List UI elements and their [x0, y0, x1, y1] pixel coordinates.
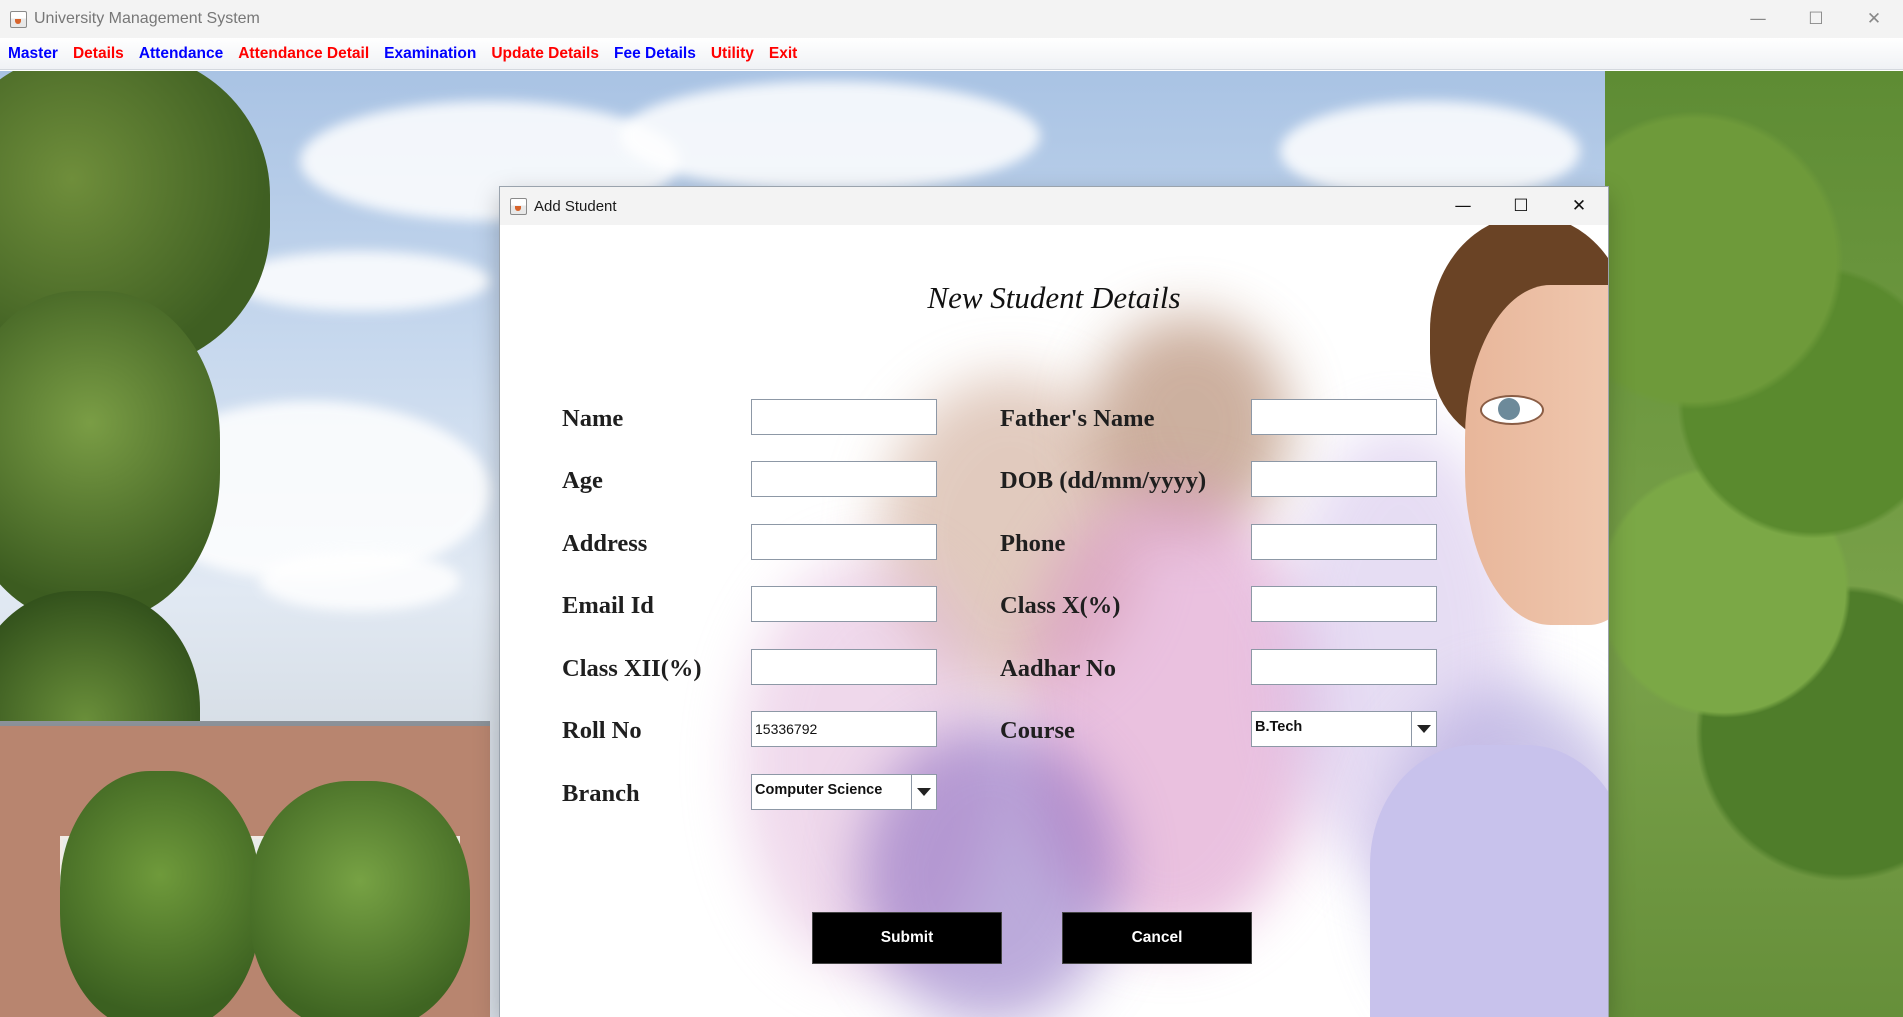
class-x-field[interactable]: [1251, 586, 1437, 622]
minimize-icon[interactable]: —: [1434, 187, 1492, 225]
minimize-icon[interactable]: —: [1729, 0, 1787, 38]
class-x-label: Class X(%): [1000, 592, 1121, 619]
address-label: Address: [562, 530, 648, 557]
menu-attendance-detail[interactable]: Attendance Detail: [238, 45, 369, 63]
menu-update-details[interactable]: Update Details: [491, 45, 599, 63]
dob-field[interactable]: [1251, 461, 1437, 497]
fathers-name-label: Father's Name: [1000, 405, 1155, 432]
form-heading: New Student Details: [927, 280, 1181, 315]
phone-label: Phone: [1000, 530, 1066, 557]
maximize-icon[interactable]: ☐: [1787, 0, 1845, 38]
branch-label: Branch: [562, 780, 640, 807]
java-app-icon: [510, 197, 527, 215]
window-controls: — ☐ ✕: [1729, 0, 1903, 38]
class-xii-label: Class XII(%): [562, 655, 702, 682]
aadhar-field[interactable]: [1251, 649, 1437, 685]
menu-exit[interactable]: Exit: [769, 45, 797, 63]
menu-examination[interactable]: Examination: [384, 45, 476, 63]
fathers-name-field[interactable]: [1251, 399, 1437, 435]
aadhar-label: Aadhar No: [1000, 655, 1116, 682]
name-field[interactable]: [751, 399, 937, 435]
dialog-body: New Student Details Name Age Address Ema…: [500, 225, 1608, 1017]
roll-no-label: Roll No: [562, 717, 642, 744]
cancel-button[interactable]: Cancel: [1063, 913, 1251, 963]
branch-select[interactable]: Computer Science: [751, 774, 937, 810]
add-student-dialog: Add Student — ☐ ✕ New Student Details Na…: [500, 187, 1608, 1017]
chevron-down-icon[interactable]: [911, 775, 936, 809]
branch-selected-value: Computer Science: [755, 782, 883, 798]
age-field[interactable]: [751, 461, 937, 497]
menu-bar: Master Details Attendance Attendance Det…: [0, 38, 1903, 70]
name-label: Name: [562, 405, 624, 432]
course-label: Course: [1000, 717, 1075, 744]
menu-utility[interactable]: Utility: [711, 45, 754, 63]
menu-fee-details[interactable]: Fee Details: [614, 45, 696, 63]
dialog-titlebar: Add Student — ☐ ✕: [500, 187, 1608, 225]
menu-master[interactable]: Master: [8, 45, 58, 63]
java-app-icon: [10, 10, 27, 28]
roll-no-field[interactable]: [751, 711, 937, 747]
class-xii-field[interactable]: [751, 649, 937, 685]
email-field[interactable]: [751, 586, 937, 622]
menu-attendance[interactable]: Attendance: [139, 45, 223, 63]
address-field[interactable]: [751, 524, 937, 560]
submit-button[interactable]: Submit: [813, 913, 1001, 963]
email-label: Email Id: [562, 592, 654, 619]
course-selected-value: B.Tech: [1255, 719, 1303, 735]
menu-details[interactable]: Details: [73, 45, 124, 63]
close-icon[interactable]: ✕: [1550, 187, 1608, 225]
age-label: Age: [562, 467, 603, 494]
dialog-title: Add Student: [534, 197, 617, 215]
phone-field[interactable]: [1251, 524, 1437, 560]
app-title: University Management System: [34, 10, 260, 27]
app-titlebar: University Management System — ☐ ✕: [0, 0, 1903, 38]
course-select[interactable]: B.Tech: [1251, 711, 1437, 747]
maximize-icon[interactable]: ☐: [1492, 187, 1550, 225]
close-icon[interactable]: ✕: [1845, 0, 1903, 38]
dialog-window-controls: — ☐ ✕: [1434, 187, 1608, 225]
chevron-down-icon[interactable]: [1411, 712, 1436, 746]
dob-label: DOB (dd/mm/yyyy): [1000, 467, 1207, 494]
